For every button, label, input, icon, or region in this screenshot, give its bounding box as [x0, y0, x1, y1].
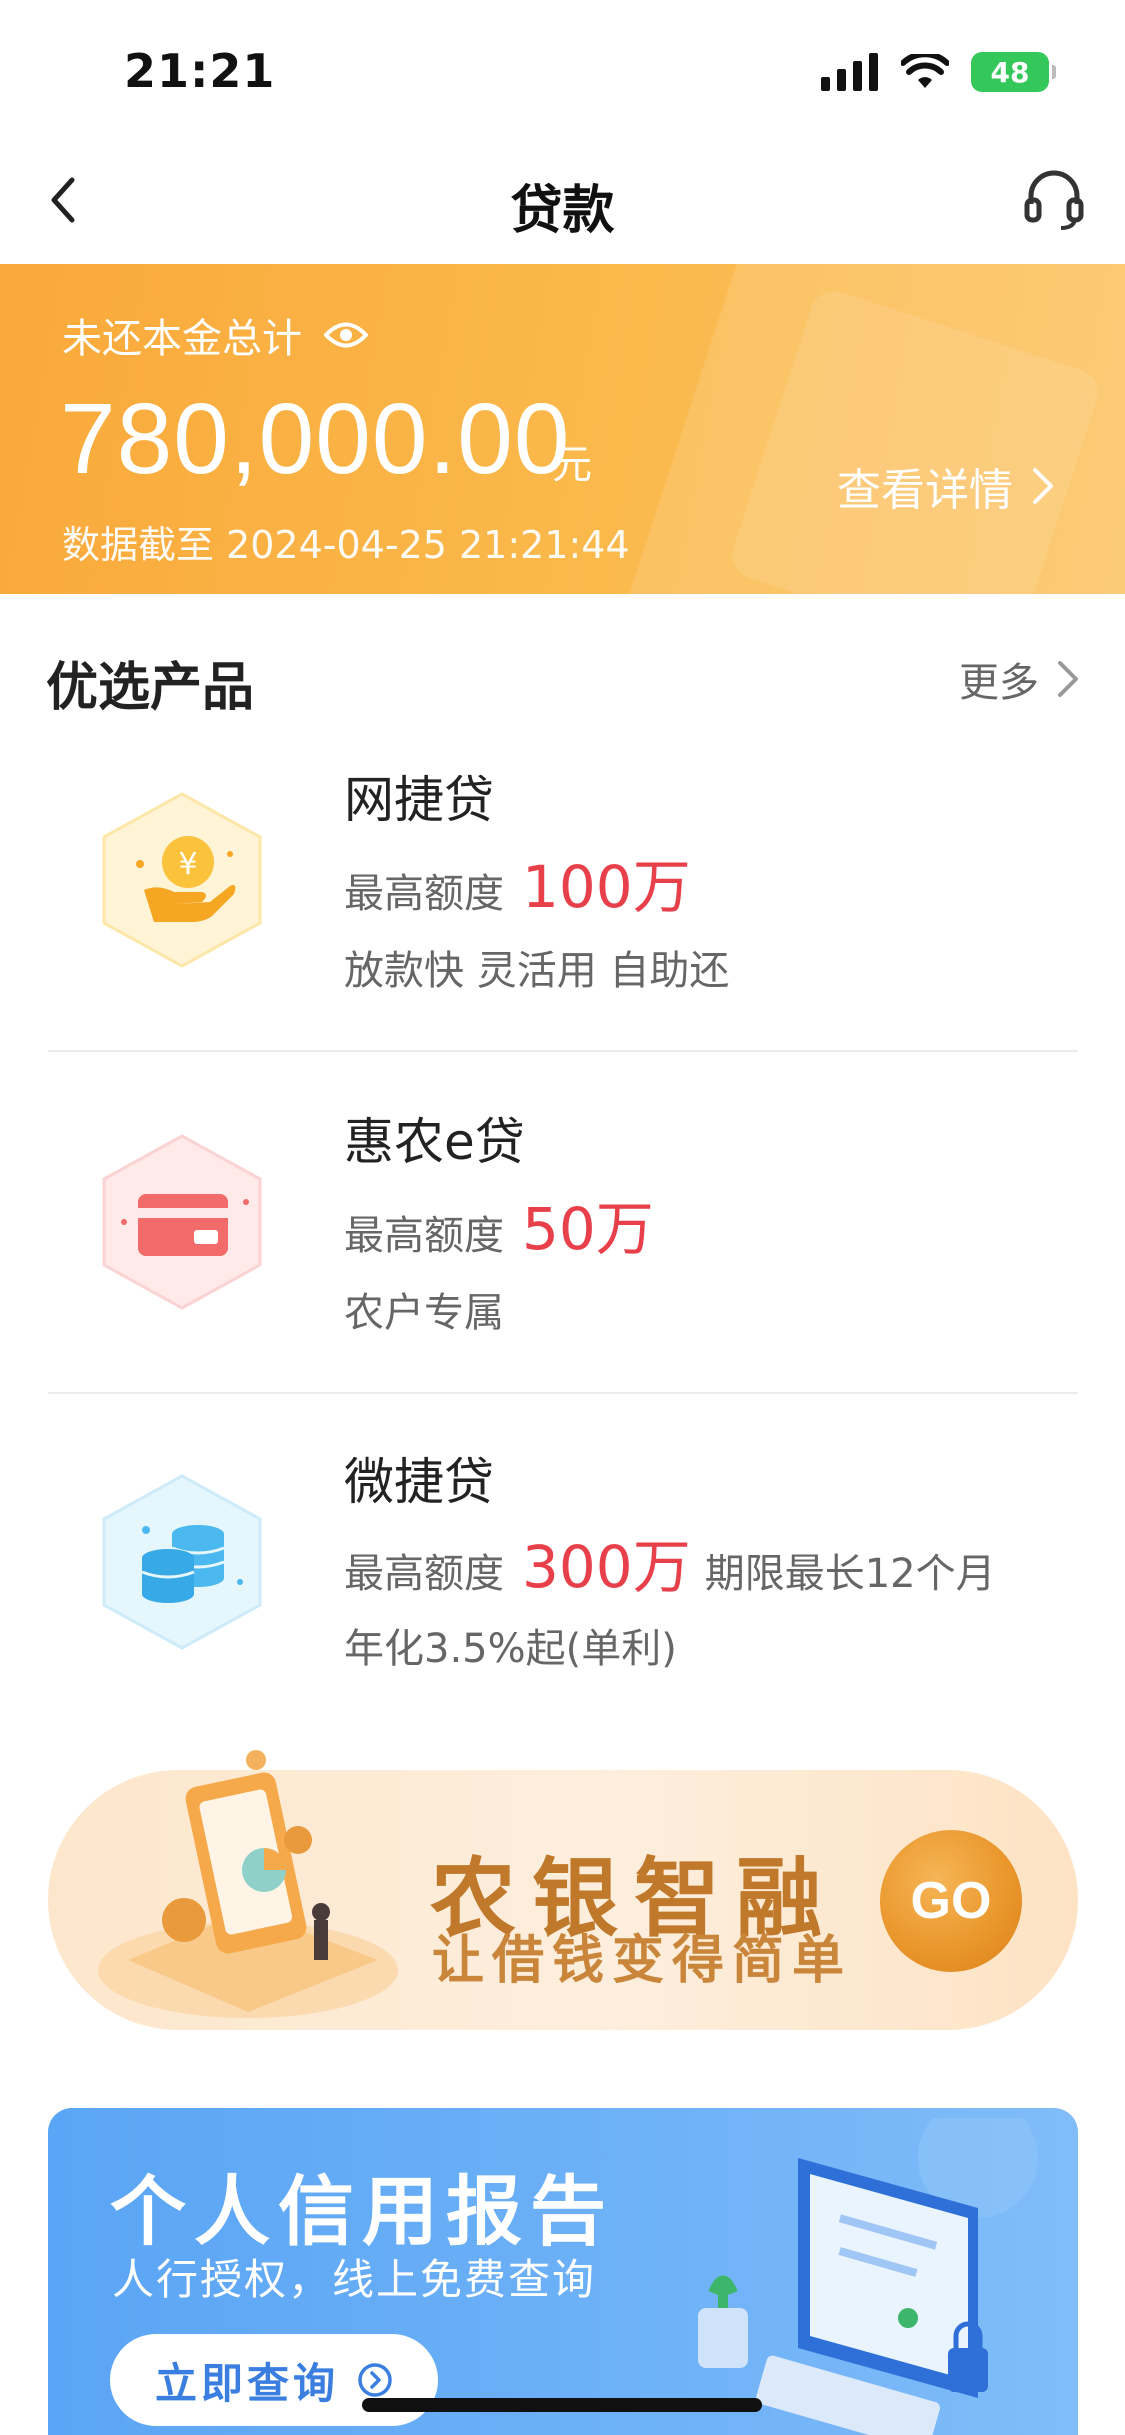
page-title: 贷款	[510, 181, 615, 241]
card-icon	[102, 1134, 262, 1310]
svg-text:¥: ¥	[178, 847, 197, 882]
product-desc: 年化3.5%起(单利)	[344, 1626, 677, 1672]
limit-label: 最高额度	[344, 1551, 504, 1597]
balance-label: 未还本金总计	[62, 306, 368, 364]
product-limit: 最高额度 50万	[344, 1182, 654, 1266]
hand-coin-icon: ¥	[102, 792, 262, 968]
balance-unit: 元	[552, 442, 592, 488]
headset-icon[interactable]	[1021, 166, 1087, 232]
limit-amount: 300万	[522, 1533, 691, 1601]
nav-bar: 贷款	[0, 140, 1125, 264]
divider	[48, 1392, 1078, 1394]
battery-level: 48	[990, 55, 1030, 89]
balance-updated-time: 数据截至 2024-04-25 21:21:44	[62, 523, 630, 567]
promo-banner[interactable]: 农银智融 让借钱变得简单 GO	[48, 1750, 1078, 2030]
wifi-icon	[901, 54, 949, 88]
computer-report-illustration	[698, 2118, 1038, 2435]
product-desc: 农户专属	[344, 1290, 504, 1336]
product-item-weijiedai[interactable]: 微捷贷 最高额度 300万 期限最长12个月 年化3.5%起(单利)	[48, 1420, 1078, 1720]
loan-balance-card: 未还本金总计 780,000.00 元 数据截至 2024-04-25 21:2…	[0, 264, 1125, 594]
divider	[48, 1050, 1078, 1052]
product-limit: 最高额度 100万	[344, 840, 691, 924]
status-icons: 48	[821, 52, 1056, 92]
view-details-label: 查看详情	[837, 465, 1013, 516]
limit-label: 最高额度	[344, 871, 504, 917]
promo-subtitle: 让借钱变得简单	[432, 1931, 853, 1991]
product-name: 网捷贷	[344, 771, 494, 829]
product-name: 惠农e贷	[344, 1113, 525, 1171]
product-item-huinong[interactable]: 惠农e贷 最高额度 50万 农户专属	[48, 1080, 1078, 1380]
home-indicator[interactable]	[362, 2398, 762, 2412]
credit-title: 个人信用报告	[110, 2167, 614, 2256]
product-name: 微捷贷	[344, 1453, 494, 1511]
query-now-label: 立即查询	[154, 2358, 339, 2408]
product-item-wangjiedai[interactable]: ¥ 网捷贷 最高额度 100万 放款快 灵活用 自助还	[48, 740, 1078, 1040]
limit-amount: 100万	[522, 853, 691, 921]
chevron-right-icon	[1033, 468, 1053, 504]
more-link[interactable]: 更多	[959, 650, 1079, 708]
credit-subtitle: 人行授权，线上免费查询	[112, 2255, 597, 2304]
limit-label: 最高额度	[344, 1213, 504, 1259]
status-bar: 21:21 48	[0, 0, 1125, 140]
coins-stack-icon	[102, 1474, 262, 1650]
view-details-link[interactable]: 查看详情	[837, 454, 1055, 518]
go-button[interactable]: GO	[880, 1830, 1022, 1972]
section-title: 优选产品	[46, 658, 255, 718]
limit-amount: 50万	[522, 1195, 654, 1263]
battery-icon: 48	[971, 52, 1056, 92]
balance-amount: 780,000.00	[60, 383, 571, 495]
chevron-right-icon	[1058, 661, 1078, 697]
arrow-circle-icon	[358, 2363, 392, 2397]
more-label: 更多	[959, 660, 1039, 706]
eye-icon[interactable]	[324, 320, 368, 350]
query-now-button[interactable]: 立即查询	[110, 2334, 438, 2426]
product-limit: 最高额度 300万 期限最长12个月	[344, 1520, 996, 1604]
signal-icon	[821, 53, 878, 91]
term-limit: 期限最长12个月	[704, 1551, 996, 1597]
phone-illustration	[98, 1750, 398, 2018]
credit-report-banner[interactable]: 个人信用报告 人行授权，线上免费查询 立即查询	[48, 2108, 1078, 2435]
product-desc: 放款快 灵活用 自助还	[344, 948, 730, 994]
status-time: 21:21	[124, 44, 276, 98]
balance-label-text: 未还本金总计	[62, 316, 302, 362]
